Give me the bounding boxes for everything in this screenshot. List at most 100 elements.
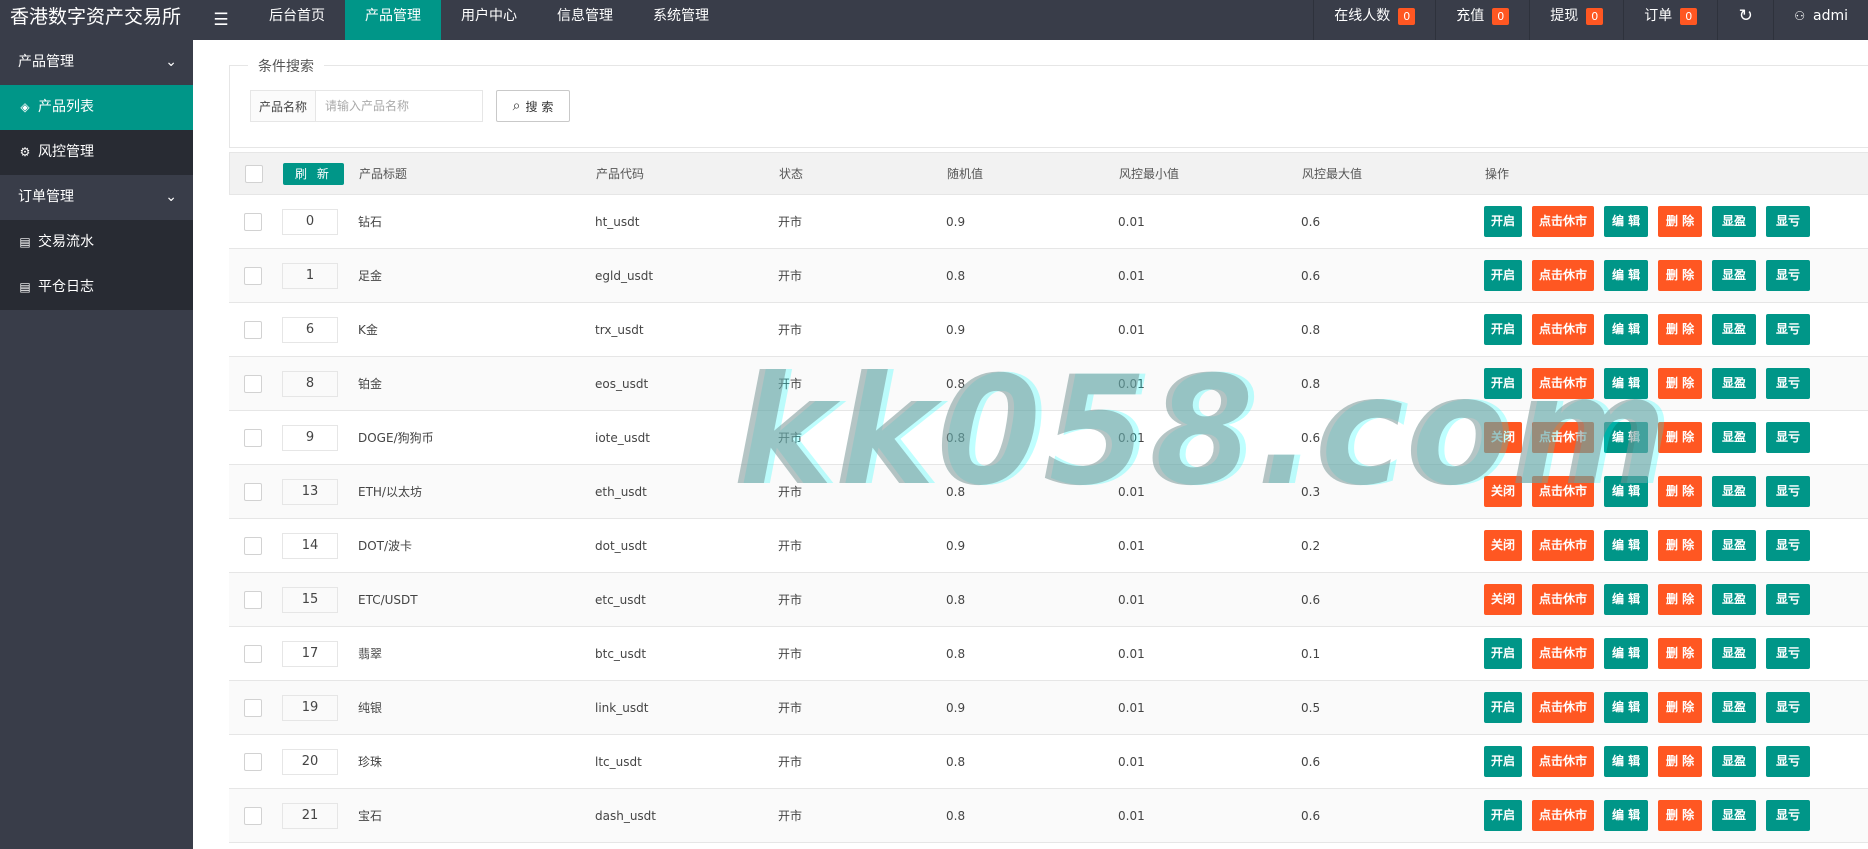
edit-button[interactable]: 编 辑 xyxy=(1604,206,1649,237)
delete-button[interactable]: 删 除 xyxy=(1658,746,1703,777)
show-profit-button[interactable]: 显盈 xyxy=(1712,422,1757,453)
close-market-button[interactable]: 点击休市 xyxy=(1532,206,1595,237)
row-checkbox[interactable] xyxy=(244,428,262,447)
toggle-button[interactable]: 开启 xyxy=(1484,692,1523,723)
close-market-button[interactable]: 点击休市 xyxy=(1532,314,1595,345)
toggle-button[interactable]: 开启 xyxy=(1484,314,1523,345)
delete-button[interactable]: 删 除 xyxy=(1658,692,1703,723)
sort-input[interactable]: 0 xyxy=(282,208,338,235)
select-all-checkbox[interactable] xyxy=(245,164,263,183)
show-profit-button[interactable]: 显盈 xyxy=(1712,638,1757,669)
sort-input[interactable]: 8 xyxy=(282,370,338,397)
close-market-button[interactable]: 点击休市 xyxy=(1532,368,1595,399)
close-market-button[interactable]: 点击休市 xyxy=(1532,260,1595,291)
search-input[interactable] xyxy=(315,90,484,122)
show-profit-button[interactable]: 显盈 xyxy=(1712,476,1757,507)
edit-button[interactable]: 编 辑 xyxy=(1604,476,1649,507)
sort-input[interactable]: 19 xyxy=(282,694,338,721)
sort-input[interactable]: 15 xyxy=(282,586,338,613)
nav-product-management[interactable]: 产品管理 xyxy=(345,0,441,40)
sidebar-item-close-log[interactable]: ▤ 平仓日志 xyxy=(0,265,193,310)
show-loss-button[interactable]: 显亏 xyxy=(1766,368,1811,399)
show-profit-button[interactable]: 显盈 xyxy=(1712,530,1757,561)
edit-button[interactable]: 编 辑 xyxy=(1604,638,1649,669)
toggle-button[interactable]: 开启 xyxy=(1484,368,1523,399)
show-loss-button[interactable]: 显亏 xyxy=(1766,800,1811,831)
sort-input[interactable]: 17 xyxy=(282,640,338,667)
show-loss-button[interactable]: 显亏 xyxy=(1766,746,1811,777)
delete-button[interactable]: 删 除 xyxy=(1658,368,1703,399)
show-profit-button[interactable]: 显盈 xyxy=(1712,314,1757,345)
delete-button[interactable]: 删 除 xyxy=(1658,584,1703,615)
sort-input[interactable]: 21 xyxy=(282,802,338,829)
refresh-sort-button[interactable]: 刷 新 xyxy=(283,162,344,185)
close-market-button[interactable]: 点击休市 xyxy=(1532,476,1595,507)
sidebar-item-risk-control[interactable]: ⚙ 风控管理 xyxy=(0,130,193,175)
delete-button[interactable]: 删 除 xyxy=(1658,530,1703,561)
close-market-button[interactable]: 点击休市 xyxy=(1532,638,1595,669)
row-checkbox[interactable] xyxy=(244,698,262,717)
search-button[interactable]: ⌕ 搜 索 xyxy=(496,90,570,122)
recharge[interactable]: 充值 0 xyxy=(1435,0,1529,40)
row-checkbox[interactable] xyxy=(244,752,262,771)
show-loss-button[interactable]: 显亏 xyxy=(1766,692,1811,723)
sort-input[interactable]: 1 xyxy=(282,262,338,289)
sidebar-group-orders[interactable]: 订单管理 ⌄ xyxy=(0,175,193,220)
close-market-button[interactable]: 点击休市 xyxy=(1532,800,1595,831)
row-checkbox[interactable] xyxy=(244,320,262,339)
edit-button[interactable]: 编 辑 xyxy=(1604,800,1649,831)
nav-system-management[interactable]: 系统管理 xyxy=(633,0,729,40)
show-loss-button[interactable]: 显亏 xyxy=(1766,530,1811,561)
row-checkbox[interactable] xyxy=(244,266,262,285)
delete-button[interactable]: 删 除 xyxy=(1658,476,1703,507)
close-market-button[interactable]: 点击休市 xyxy=(1532,746,1595,777)
edit-button[interactable]: 编 辑 xyxy=(1604,422,1649,453)
toggle-button[interactable]: 开启 xyxy=(1484,638,1523,669)
toggle-button[interactable]: 开启 xyxy=(1484,800,1523,831)
admin-menu[interactable]: ⚇ admi xyxy=(1773,0,1868,40)
show-loss-button[interactable]: 显亏 xyxy=(1766,206,1811,237)
toggle-button[interactable]: 关闭 xyxy=(1484,530,1523,561)
edit-button[interactable]: 编 辑 xyxy=(1604,368,1649,399)
row-checkbox[interactable] xyxy=(244,806,262,825)
delete-button[interactable]: 删 除 xyxy=(1658,314,1703,345)
close-market-button[interactable]: 点击休市 xyxy=(1532,584,1595,615)
toggle-button[interactable]: 关闭 xyxy=(1484,422,1523,453)
sort-input[interactable]: 6 xyxy=(282,316,338,343)
row-checkbox[interactable] xyxy=(244,482,262,501)
row-checkbox[interactable] xyxy=(244,374,262,393)
delete-button[interactable]: 删 除 xyxy=(1658,800,1703,831)
sidebar-item-transactions[interactable]: ▤ 交易流水 xyxy=(0,220,193,265)
show-loss-button[interactable]: 显亏 xyxy=(1766,638,1811,669)
toggle-button[interactable]: 关闭 xyxy=(1484,476,1523,507)
show-loss-button[interactable]: 显亏 xyxy=(1766,314,1811,345)
show-loss-button[interactable]: 显亏 xyxy=(1766,422,1811,453)
edit-button[interactable]: 编 辑 xyxy=(1604,314,1649,345)
sort-input[interactable]: 13 xyxy=(282,478,338,505)
edit-button[interactable]: 编 辑 xyxy=(1604,530,1649,561)
orders[interactable]: 订单 0 xyxy=(1623,0,1717,40)
show-profit-button[interactable]: 显盈 xyxy=(1712,206,1757,237)
delete-button[interactable]: 删 除 xyxy=(1658,206,1703,237)
toggle-button[interactable]: 开启 xyxy=(1484,746,1523,777)
show-profit-button[interactable]: 显盈 xyxy=(1712,260,1757,291)
toggle-button[interactable]: 开启 xyxy=(1484,260,1523,291)
nav-home[interactable]: 后台首页 xyxy=(249,0,345,40)
toggle-button[interactable]: 开启 xyxy=(1484,206,1523,237)
row-checkbox[interactable] xyxy=(244,212,262,231)
show-profit-button[interactable]: 显盈 xyxy=(1712,746,1757,777)
sort-input[interactable]: 9 xyxy=(282,424,338,451)
sidebar-item-product-list[interactable]: ◈ 产品列表 xyxy=(0,85,193,130)
row-checkbox[interactable] xyxy=(244,644,262,663)
toggle-button[interactable]: 关闭 xyxy=(1484,584,1523,615)
show-profit-button[interactable]: 显盈 xyxy=(1712,800,1757,831)
delete-button[interactable]: 删 除 xyxy=(1658,638,1703,669)
menu-toggle-button[interactable]: ☰ xyxy=(193,0,249,40)
edit-button[interactable]: 编 辑 xyxy=(1604,260,1649,291)
edit-button[interactable]: 编 辑 xyxy=(1604,584,1649,615)
close-market-button[interactable]: 点击休市 xyxy=(1532,530,1595,561)
show-loss-button[interactable]: 显亏 xyxy=(1766,476,1811,507)
withdraw[interactable]: 提现 0 xyxy=(1529,0,1623,40)
close-market-button[interactable]: 点击休市 xyxy=(1532,422,1595,453)
sort-input[interactable]: 14 xyxy=(282,532,338,559)
